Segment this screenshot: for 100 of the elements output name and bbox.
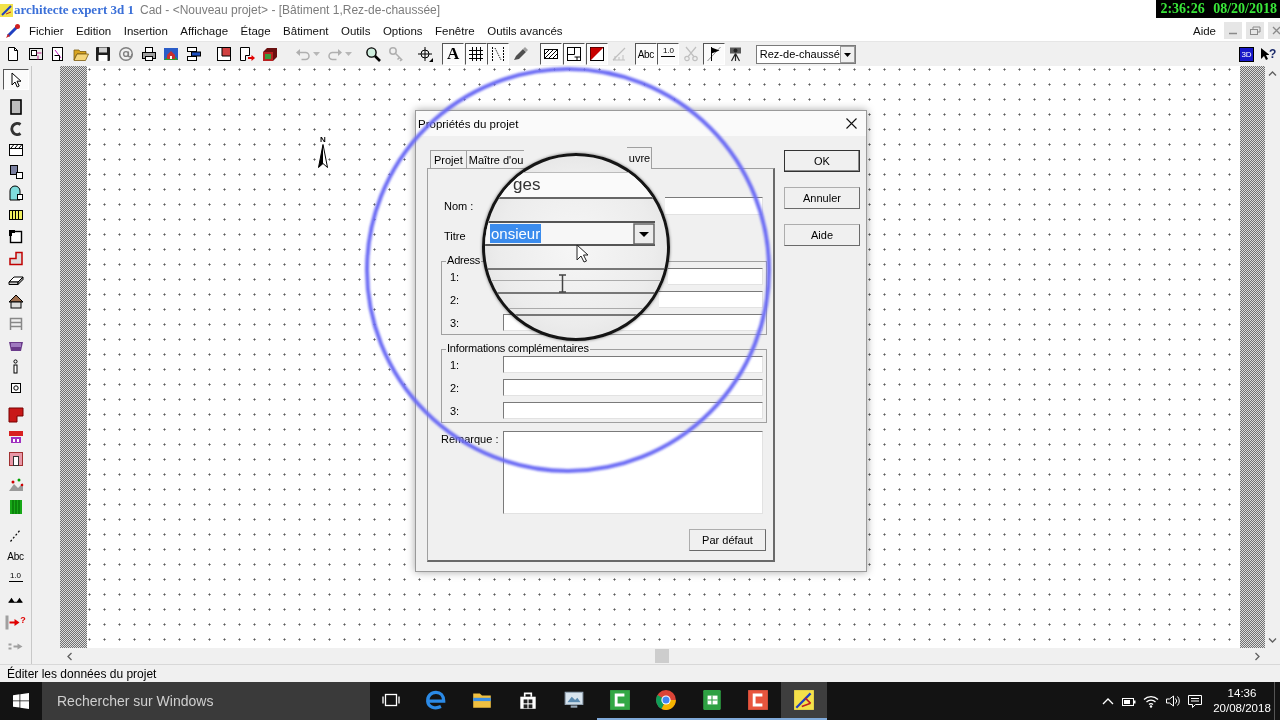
- terrain-icon: [7, 477, 24, 494]
- wifi-icon[interactable]: [1143, 694, 1159, 708]
- hatched-frame-icon: [7, 142, 24, 159]
- text-field[interactable]: [503, 402, 763, 419]
- stacked-windows-icon: [185, 46, 202, 62]
- menu-item[interactable]: Aide: [1192, 22, 1216, 39]
- name-field[interactable]: [665, 197, 763, 215]
- floor-plan-icon: [27, 46, 44, 62]
- toolbar-button[interactable]: [540, 43, 563, 65]
- row-label: 2:: [450, 293, 461, 306]
- toolbar-button[interactable]: [585, 43, 608, 65]
- remark-field[interactable]: [503, 431, 763, 514]
- grid-icon: [467, 46, 484, 62]
- menu-item[interactable]: Bâtiment: [283, 22, 329, 39]
- pointer-arrow-icon: [1260, 47, 1269, 61]
- toolbar-button[interactable]: [487, 43, 510, 65]
- group-label: Informations complémentaires: [446, 342, 590, 355]
- wall-icon: [7, 99, 24, 116]
- door-icon: [7, 450, 24, 467]
- row-label: 1:: [450, 358, 461, 371]
- text-field[interactable]: [503, 356, 763, 373]
- restore-icon[interactable]: [1246, 22, 1264, 39]
- room-plan-icon: [566, 46, 583, 62]
- timestamp-overlay: 2:36:26 08/20/2018: [1156, 0, 1280, 18]
- ok-button[interactable]: OK: [784, 150, 860, 172]
- toolbar-button[interactable]: [702, 43, 725, 65]
- cancel-button[interactable]: Annuler: [784, 187, 860, 209]
- field-label: Remarque :: [441, 432, 500, 445]
- undo-icon: [294, 46, 311, 62]
- default-values-button[interactable]: Par défaut: [689, 529, 766, 551]
- menu-item[interactable]: Outils: [341, 22, 371, 39]
- tool-button[interactable]: ?: [2, 614, 29, 636]
- at-sign-icon: [117, 46, 134, 62]
- speaker-icon[interactable]: [1165, 694, 1181, 708]
- columns-icon: [7, 498, 24, 515]
- north-arrow-icon: [318, 144, 328, 168]
- status-text: Éditer les données du projet: [7, 666, 157, 681]
- pin-icon[interactable]: [5, 22, 21, 39]
- tab[interactable]: Projet: [430, 150, 467, 168]
- context-help-button[interactable]: ?: [1260, 45, 1280, 63]
- spreadsheet-tile-icon: [701, 689, 723, 711]
- arched-window-icon: [7, 185, 24, 202]
- taskbar-app-button[interactable]: [781, 682, 827, 720]
- target-square-icon: [10, 382, 21, 393]
- dialog-title: Propriétés du projet: [418, 117, 519, 130]
- text-field[interactable]: [503, 379, 763, 396]
- tool-button[interactable]: [2, 69, 29, 90]
- scrollbar-thumb[interactable]: [655, 649, 669, 663]
- toolbar-button[interactable]: 1.0: [657, 43, 680, 65]
- search-field[interactable]: Rechercher sur Windows: [42, 682, 370, 720]
- monitor-icon: [563, 689, 585, 711]
- row-label: 3:: [450, 316, 461, 329]
- toolbar-button[interactable]: Abc: [634, 43, 657, 65]
- corner-square-icon: [7, 228, 24, 245]
- dashed-line-icon: [10, 528, 21, 542]
- menu-item[interactable]: Fichier: [29, 22, 64, 39]
- start-icon: [13, 693, 29, 709]
- notification-icon[interactable]: [1187, 693, 1203, 709]
- task-view-icon: [382, 692, 400, 708]
- zoomed-selected-text: onsieur: [490, 224, 542, 243]
- railing-icon: [7, 315, 24, 332]
- house-picture-icon: [163, 46, 180, 62]
- level-select[interactable]: Rez-de-chaussé: [755, 44, 856, 64]
- arrows-icon: [8, 642, 23, 650]
- arrow-icon: [5, 615, 21, 631]
- key-icon: [387, 46, 404, 62]
- row-label: 1:: [450, 270, 461, 283]
- half-filled-square-icon: [588, 46, 605, 62]
- close-icon[interactable]: [846, 118, 857, 129]
- box-3d-icon: [261, 46, 278, 62]
- redo-icon: [327, 46, 344, 62]
- help-button[interactable]: Aide: [784, 224, 860, 246]
- menu-item[interactable]: Insertion: [123, 22, 168, 39]
- view-3d-button[interactable]: 3D: [1239, 46, 1254, 62]
- toolbar-button[interactable]: A: [442, 43, 465, 65]
- row-label: 2:: [450, 381, 461, 394]
- menu-item[interactable]: Options: [382, 22, 423, 39]
- menu-item[interactable]: Étage: [240, 22, 271, 39]
- hatch-icon: [543, 46, 560, 62]
- menu-item[interactable]: Fenêtre: [435, 22, 475, 39]
- menu-item[interactable]: Edition: [76, 22, 112, 39]
- info-icon: [13, 358, 18, 374]
- caret-down-icon: [312, 52, 320, 56]
- menu-item[interactable]: Affichage: [180, 22, 229, 39]
- text-field[interactable]: [668, 268, 763, 285]
- minimize-icon[interactable]: [1224, 22, 1242, 39]
- row-label: 3:: [450, 404, 461, 417]
- magnifier-icon: [365, 46, 382, 62]
- printer-icon: [140, 46, 157, 62]
- toolbar-button[interactable]: [563, 43, 586, 65]
- tool-button[interactable]: Abc: [2, 546, 29, 568]
- menu-item[interactable]: Outils avancés: [487, 22, 563, 39]
- overlapping-squares-icon: [7, 163, 24, 180]
- peaks-icon: [8, 597, 23, 604]
- north-label: N: [320, 136, 326, 144]
- text-field[interactable]: [659, 291, 763, 308]
- window-title: Cad - <Nouveau projet> - [Bâtiment 1,Rez-de-chaussée]: [139, 3, 441, 17]
- pen-tile-icon: [793, 689, 815, 711]
- toolbar-button[interactable]: [464, 43, 487, 65]
- square-inset-icon: [216, 46, 233, 62]
